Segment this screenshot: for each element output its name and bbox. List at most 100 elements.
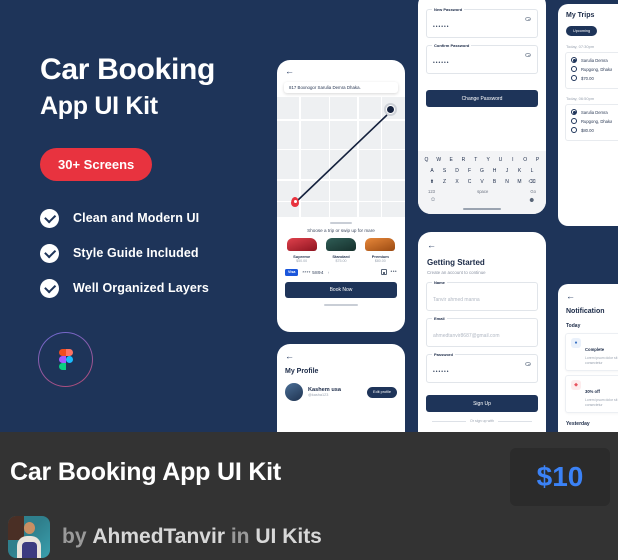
- check-circle-icon: [40, 208, 59, 228]
- feature-label: Well Organized Layers: [73, 281, 209, 296]
- back-arrow-icon[interactable]: ←: [285, 352, 405, 361]
- key[interactable]: J: [503, 168, 512, 174]
- email-field[interactable]: Email ahmedtanvir8687@gmail.com: [426, 315, 538, 347]
- car-option[interactable]: Standard $75.00: [325, 238, 357, 263]
- key[interactable]: S: [440, 168, 449, 174]
- preview-image-area[interactable]: Car Booking App UI Kit 30+ Screens Clean…: [0, 0, 618, 432]
- emoji-icon[interactable]: ☺: [430, 197, 436, 203]
- car-option[interactable]: Supreme $50.00: [286, 238, 318, 263]
- check-circle-icon: [40, 278, 59, 298]
- key[interactable]: T: [471, 157, 480, 163]
- confirm-password-field[interactable]: Confirm Password ••••••: [426, 42, 538, 74]
- trip-card[interactable]: Sarulia Demra Rupgong, Dhaka $70.00: [565, 52, 618, 89]
- key[interactable]: B: [490, 179, 499, 185]
- eye-icon[interactable]: [525, 53, 531, 57]
- password-value: ••••••: [433, 369, 450, 375]
- key[interactable]: G: [478, 168, 487, 174]
- check-circle-icon: [40, 243, 59, 263]
- car-price: $75.00: [335, 258, 347, 263]
- key[interactable]: X: [453, 179, 462, 185]
- car-image: [365, 238, 396, 251]
- car-price: $50.00: [296, 258, 308, 263]
- change-password-button[interactable]: Change Password: [426, 90, 538, 107]
- promo-icon[interactable]: [380, 269, 387, 275]
- tab-upcoming[interactable]: Upcoming: [566, 26, 598, 36]
- feature-item: Well Organized Layers: [40, 278, 270, 298]
- product-title[interactable]: Car Booking App UI Kit: [10, 458, 281, 487]
- notification-title: 30% off: [585, 389, 600, 395]
- payment-method-row[interactable]: Visa **** 5894 › •••: [285, 268, 397, 276]
- notification-desc: Lorem ipsum dolor sit consectetur: [585, 398, 618, 408]
- key[interactable]: K: [515, 168, 524, 174]
- key[interactable]: Q: [422, 157, 431, 163]
- author-row: by AhmedTanvir in UI Kits: [8, 516, 322, 558]
- fare-icon: [571, 75, 577, 81]
- back-arrow-icon[interactable]: ←: [566, 292, 618, 301]
- microphone-icon[interactable]: ⬤: [530, 197, 534, 203]
- route-line: [296, 114, 388, 202]
- key[interactable]: H: [490, 168, 499, 174]
- key[interactable]: R: [459, 157, 468, 163]
- notifications-section-today: Today: [566, 323, 581, 329]
- sign-up-button[interactable]: Sign Up: [426, 395, 538, 412]
- author-line: by AhmedTanvir in UI Kits: [62, 525, 322, 549]
- key[interactable]: Y: [484, 157, 493, 163]
- key[interactable]: O: [521, 157, 530, 163]
- space-key[interactable]: space: [477, 189, 488, 194]
- notifications-section-yesterday: Yesterday: [566, 421, 590, 428]
- key[interactable]: W: [434, 157, 443, 163]
- key[interactable]: Z: [440, 179, 449, 185]
- trip-to: Rupgong, Dhaka: [581, 118, 613, 124]
- profile-handle: @kasha123: [308, 393, 329, 397]
- new-password-field[interactable]: New Password ••••••: [426, 6, 538, 38]
- trip-prompt: Shoose a trip or swip up for mare: [307, 228, 375, 233]
- car-image: [325, 238, 356, 251]
- shift-key-icon[interactable]: ⬆: [428, 179, 437, 185]
- key[interactable]: N: [503, 179, 512, 185]
- book-now-button[interactable]: Book Now: [285, 281, 397, 298]
- car-option[interactable]: Premium $80.00: [364, 238, 396, 263]
- destination-dot-icon: [571, 118, 577, 124]
- name-field[interactable]: Name Tanvir ahmed manna: [426, 279, 538, 311]
- car-price: $80.00: [374, 258, 386, 263]
- key[interactable]: L: [528, 168, 537, 174]
- phone-mockup-signup: ← Getting Started Create an account to c…: [418, 232, 546, 432]
- key[interactable]: P: [533, 157, 542, 163]
- map-view[interactable]: [277, 97, 405, 217]
- key[interactable]: I: [508, 157, 517, 163]
- eye-icon[interactable]: [525, 362, 531, 366]
- password-field[interactable]: Password ••••••: [426, 351, 538, 383]
- key[interactable]: E: [447, 157, 456, 163]
- eye-icon[interactable]: [525, 17, 531, 21]
- key[interactable]: F: [465, 168, 474, 174]
- signup-subheading: Create an account to continue: [427, 270, 486, 275]
- chevron-right-icon[interactable]: ›: [328, 270, 330, 275]
- keyboard-row-3: ⬆ Z X C V B N M ⌫: [422, 179, 542, 185]
- numeric-key[interactable]: 123: [428, 189, 435, 194]
- feature-label: Style Guide Included: [73, 246, 199, 261]
- key[interactable]: M: [515, 179, 524, 185]
- author-avatar[interactable]: [8, 516, 50, 558]
- edit-profile-button[interactable]: Edit profile: [367, 386, 397, 398]
- home-indicator: [463, 208, 501, 210]
- category-name[interactable]: UI Kits: [255, 525, 322, 548]
- author-name[interactable]: AhmedTanvir: [92, 525, 225, 548]
- destination-dot-icon: [571, 66, 577, 72]
- backspace-key-icon[interactable]: ⌫: [528, 179, 537, 185]
- on-screen-keyboard[interactable]: Q W E R T Y U I O P A S D F G H J K L ⬆ …: [418, 151, 546, 214]
- sheet-grab-handle[interactable]: [330, 222, 352, 224]
- back-arrow-icon[interactable]: ←: [285, 67, 405, 76]
- go-key[interactable]: Go: [530, 189, 536, 194]
- key[interactable]: U: [496, 157, 505, 163]
- back-arrow-icon[interactable]: ←: [427, 241, 546, 250]
- key[interactable]: D: [453, 168, 462, 174]
- trip-card[interactable]: Sarulia Demra Rupgong, Dhaka $80.00: [565, 104, 618, 141]
- feature-item: Style Guide Included: [40, 243, 270, 263]
- notification-item[interactable]: ● Complete Lorem ipsum dolor sit consect…: [565, 333, 618, 372]
- notification-item[interactable]: ◆ 30% off Lorem ipsum dolor sit consecte…: [565, 375, 618, 414]
- more-options-icon[interactable]: •••: [391, 269, 397, 275]
- price-badge[interactable]: $10: [510, 448, 610, 506]
- key[interactable]: A: [428, 168, 437, 174]
- key[interactable]: V: [478, 179, 487, 185]
- key[interactable]: C: [465, 179, 474, 185]
